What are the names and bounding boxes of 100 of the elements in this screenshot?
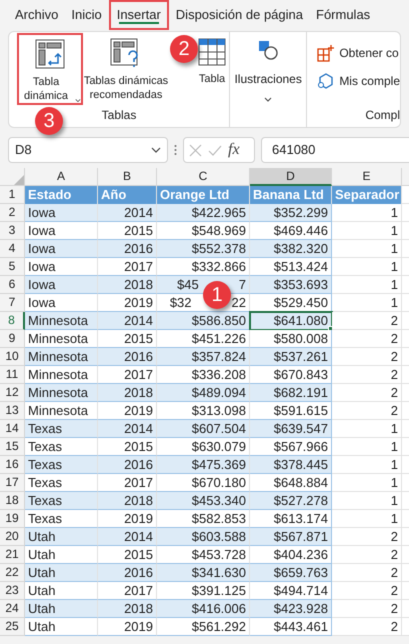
table-cell: 1 [332, 276, 402, 294]
table-cell: 2 [332, 330, 402, 348]
ribbon-tab[interactable]: Disposición de página [170, 0, 309, 30]
table-cell: 2015 [98, 330, 157, 348]
table-cell: 2019 [98, 402, 157, 420]
row-header[interactable]: 3 [0, 222, 25, 240]
ribbon-tab[interactable]: Inicio [65, 0, 108, 30]
function-button[interactable]: fx [228, 138, 240, 162]
table-cell: 2019 [98, 618, 157, 636]
table-cell: $416.006 [157, 600, 250, 618]
table-cell: Minnesota [25, 330, 98, 348]
table-cell: 2014 [98, 420, 157, 438]
row-header[interactable]: 14 [0, 420, 25, 438]
table-cell: 2 [332, 564, 402, 582]
table-cell: $382.320 [250, 240, 332, 258]
table-cell: $591.615 [250, 402, 332, 420]
table-cell: Utah [25, 564, 98, 582]
close-icon[interactable] [189, 144, 202, 156]
ribbon-button[interactable]: Ilustraciones [234, 32, 302, 102]
chevron-down-icon [151, 147, 161, 153]
table-cell: $537.261 [250, 348, 332, 366]
ribbon-tab[interactable]: Archivo [9, 0, 64, 30]
table-cell: 1 [332, 222, 402, 240]
table-cell: $582.853 [157, 510, 250, 528]
row-header[interactable]: 19 [0, 510, 25, 528]
row-header[interactable]: 22 [0, 564, 25, 582]
ribbon-button[interactable]: Tabla [195, 38, 229, 86]
table-cell: Utah [25, 618, 98, 636]
ribbon-button[interactable]: Obtener co [317, 44, 400, 62]
row-header[interactable]: 11 [0, 366, 25, 384]
row-header[interactable]: 17 [0, 474, 25, 492]
row-header[interactable]: 5 [0, 258, 25, 276]
table-cell: $494.714 [250, 582, 332, 600]
table-cell: $353.693 [250, 276, 332, 294]
table-cell: 2016 [98, 456, 157, 474]
row-header[interactable]: 2 [0, 204, 25, 222]
table-cell: $682.191 [250, 384, 332, 402]
table-cell: $513.424 [250, 258, 332, 276]
table-cell: Utah [25, 528, 98, 546]
table-cell: $423.928 [250, 600, 332, 618]
table-cell: 2 [332, 618, 402, 636]
table-cell: 2015 [98, 222, 157, 240]
row-header[interactable]: 20 [0, 528, 25, 546]
table-cell: 2 [332, 348, 402, 366]
row-header[interactable]: 12 [0, 384, 25, 402]
table-cell: Minnesota [25, 312, 98, 330]
check-icon[interactable] [208, 144, 222, 156]
table-cell: Texas [25, 456, 98, 474]
table-cell: $453.340 [157, 492, 250, 510]
table-cell: $613.174 [250, 510, 332, 528]
table-cell: $469.446 [250, 222, 332, 240]
table-cell: 2014 [98, 204, 157, 222]
table-cell: $567.966 [250, 438, 332, 456]
table-cell: 2016 [98, 564, 157, 582]
table-cell: 1 [332, 420, 402, 438]
table-cell: $391.125 [157, 582, 250, 600]
table-cell: Iowa [25, 258, 98, 276]
row-header[interactable]: 10 [0, 348, 25, 366]
table-cell: 1 [332, 456, 402, 474]
row-header[interactable]: 8 [0, 312, 25, 330]
table-cell: $561.292 [157, 618, 250, 636]
ribbon-button[interactable]: Tabla dinámica [17, 33, 83, 105]
row-header[interactable]: 16 [0, 456, 25, 474]
name-box[interactable]: D8 [8, 137, 168, 163]
row-header[interactable]: 23 [0, 582, 25, 600]
row-header[interactable]: 25 [0, 618, 25, 636]
table-cell: 2 [332, 528, 402, 546]
row-header[interactable]: 6 [0, 276, 25, 294]
row-header[interactable]: 24 [0, 600, 25, 618]
row-header[interactable]: 15 [0, 438, 25, 456]
table-cell: $475.369 [157, 456, 250, 474]
table-cell: Iowa [25, 276, 98, 294]
row-header[interactable]: 4 [0, 240, 25, 258]
table-cell: 2019 [98, 510, 157, 528]
ribbon-tab[interactable]: Fórmulas [310, 0, 376, 30]
ribbon-button[interactable]: Tablas dinámicas recomendadas [83, 38, 169, 102]
table-cell: Minnesota [25, 384, 98, 402]
row-header[interactable]: 9 [0, 330, 25, 348]
ribbon-button[interactable]: Mis comple [317, 72, 400, 90]
formula-input[interactable]: 641080 [261, 137, 409, 163]
table-cell: $341.630 [157, 564, 250, 582]
table-cell: $404.236 [250, 546, 332, 564]
row-header[interactable]: 13 [0, 402, 25, 420]
table-cell: $607.504 [157, 420, 250, 438]
row-header[interactable]: 18 [0, 492, 25, 510]
row-header[interactable]: 7 [0, 294, 25, 312]
pivot-table-icon [35, 39, 65, 69]
group-label: Tablas [102, 107, 136, 124]
ribbon-tab[interactable]: Insertar [108, 0, 169, 30]
header-cell: Estado [25, 186, 98, 204]
row-header[interactable]: 21 [0, 546, 25, 564]
column-header[interactable]: D [250, 168, 332, 186]
table-cell: $603.588 [157, 528, 250, 546]
table-cell: Utah [25, 582, 98, 600]
table-cell: 2017 [98, 474, 157, 492]
header-cell: Banana Ltd [250, 186, 332, 204]
table-cell: $670.180 [157, 474, 250, 492]
table-cell: 2018 [98, 384, 157, 402]
row-header[interactable]: 1 [0, 186, 25, 204]
hexagon-icon [317, 72, 336, 90]
